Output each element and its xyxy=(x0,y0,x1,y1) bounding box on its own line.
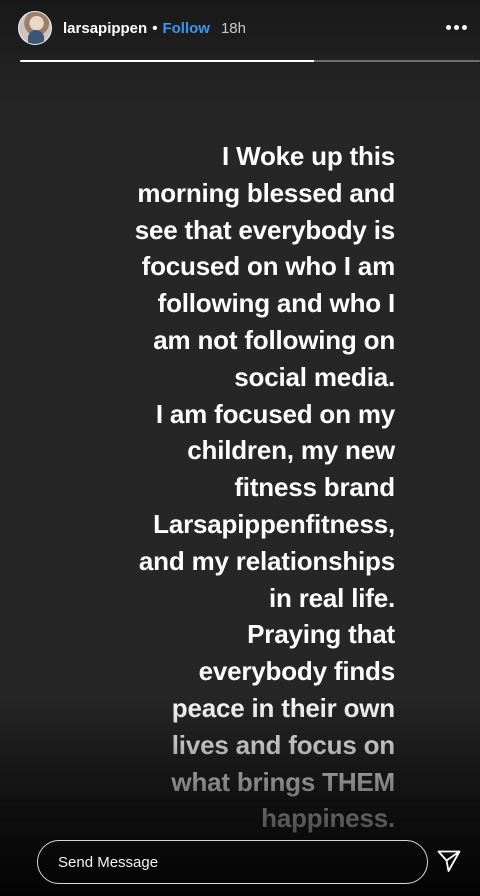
separator-dot: • xyxy=(152,19,158,37)
more-options-icon[interactable] xyxy=(440,12,472,42)
story-text-line: Larsapippenfitness, xyxy=(153,508,395,539)
story-text-line: morning blessed and xyxy=(137,177,395,208)
story-text-line: everybody finds xyxy=(198,656,396,687)
story-text-line: I am focused on my xyxy=(155,398,395,429)
story-text-line: happiness. xyxy=(261,803,395,834)
story-footer: Send Message xyxy=(0,838,480,886)
story-text-line: fitness brand xyxy=(234,472,395,503)
story-text-line: focused on who I am xyxy=(141,251,396,282)
story-text-line: children, my new xyxy=(187,435,395,466)
send-message-input[interactable]: Send Message xyxy=(37,840,428,884)
story-text-line: am not following on xyxy=(153,324,395,355)
story-viewer[interactable]: larsapippen • Follow 18h I Woke up this … xyxy=(0,0,480,896)
story-text-line: I Woke up this xyxy=(222,141,395,171)
username[interactable]: larsapippen xyxy=(63,20,147,37)
story-text-line: social media. xyxy=(234,361,395,392)
paper-plane-icon[interactable] xyxy=(436,848,462,874)
story-text: I Woke up this morning blessed and see t… xyxy=(75,138,395,837)
story-text-line: lives and focus on xyxy=(171,729,395,760)
story-progress-bar xyxy=(20,60,480,62)
send-message-placeholder: Send Message xyxy=(58,853,159,871)
story-text-line: in real life. xyxy=(268,582,395,613)
story-text-line: following and who I xyxy=(157,288,396,319)
story-text-line: peace in their own xyxy=(171,692,395,723)
story-header: larsapippen • Follow 18h xyxy=(18,10,246,46)
story-progress-fill xyxy=(20,60,315,62)
story-text-line: see that everybody is xyxy=(134,214,395,245)
post-time: 18h xyxy=(220,19,246,37)
story-text-line: and my relationships xyxy=(138,545,395,576)
follow-button[interactable]: Follow xyxy=(162,20,210,37)
avatar[interactable] xyxy=(18,11,52,45)
story-text-line: Praying that xyxy=(247,619,395,650)
story-text-line: what brings THEM xyxy=(171,766,395,797)
